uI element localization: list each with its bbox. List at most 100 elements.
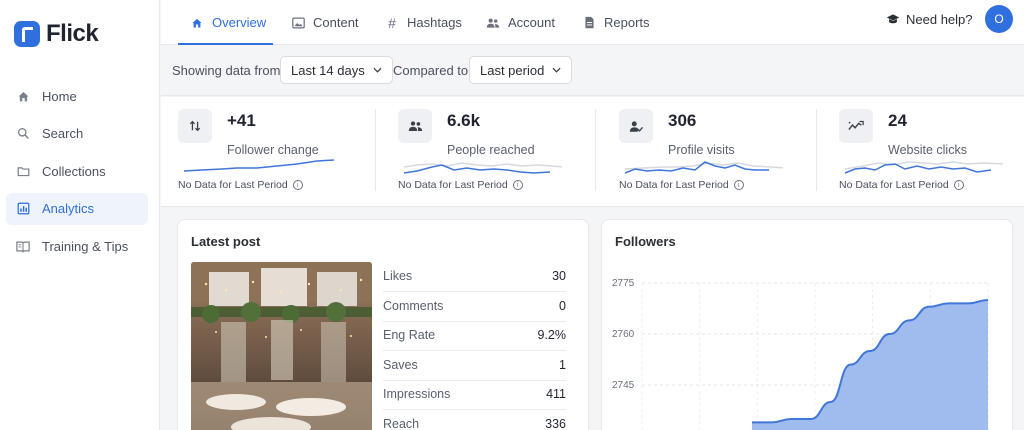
metric-label: Comments [383, 299, 444, 314]
info-icon[interactable]: i [733, 180, 744, 190]
sidebar-item-label: Training & Tips [42, 238, 129, 254]
tab-account[interactable]: Account [486, 0, 555, 45]
follower-sparkline [183, 159, 335, 172]
metric-row-likes: Likes 30 [383, 262, 566, 292]
visits-sparkline [624, 161, 783, 174]
sidebar-item-label: Home [42, 88, 77, 104]
stat-people-reached[interactable]: 6.6k People reached No Data for Last Per… [398, 109, 598, 199]
home-icon [190, 16, 204, 30]
stat-website-clicks[interactable]: 24 Website clicks No Data for Last Perio… [839, 109, 1024, 199]
info-icon[interactable]: i [292, 180, 303, 190]
app-name: Flick [46, 20, 99, 47]
tab-label: Content [313, 15, 359, 30]
stat-follower-change[interactable]: +41 Follower change No Data for Last Per… [178, 109, 378, 199]
metric-row-saves: Saves 1 [383, 351, 566, 381]
help-link[interactable]: Need help? [886, 0, 973, 38]
metric-row-comments: Comments 0 [383, 292, 566, 322]
users-icon [486, 16, 500, 30]
y-tick-label: 2760 [612, 329, 635, 340]
image-icon [291, 16, 305, 30]
metric-label: Saves [383, 358, 418, 373]
stat-profile-visits[interactable]: 306 Profile visits No Data for Last Peri… [619, 109, 819, 199]
metric-label: Likes [383, 269, 413, 284]
compare-dropdown[interactable]: Last period [469, 56, 573, 84]
date-range-value: Last 14 days [291, 62, 365, 78]
stat-note-text: No Data for Last Period [619, 179, 729, 191]
stat-note: No Data for Last Period i [178, 179, 303, 191]
top-nav: Overview Content # Hashtags Account Repo… [161, 0, 1024, 45]
stat-note-text: No Data for Last Period [398, 179, 508, 191]
followers-chart: 2775 2760 2745 [612, 278, 989, 430]
stats-strip: +41 Follower change No Data for Last Per… [161, 97, 1024, 207]
y-tick-label: 2745 [612, 380, 635, 391]
sidebar-item-label: Analytics [42, 201, 95, 216]
tab-label: Hashtags [407, 15, 462, 30]
sidebar-item-home[interactable]: Home [6, 80, 148, 112]
stat-note: No Data for Last Period i [839, 179, 964, 191]
sidebar-item-label: Collections [42, 163, 106, 179]
flick-logo-icon [14, 21, 40, 47]
sidebar-item-label: Search [42, 126, 84, 141]
stat-divider [375, 109, 376, 191]
person-check-icon [619, 109, 653, 143]
metric-value: 30 [552, 269, 566, 284]
sidebar-item-analytics[interactable]: Analytics [6, 192, 148, 225]
stat-note: No Data for Last Period i [398, 179, 523, 191]
metric-value: 9.2% [537, 328, 567, 343]
stat-note-text: No Data for Last Period [839, 179, 949, 191]
metric-value: 336 [545, 417, 566, 430]
metric-row-impressions: Impressions 411 [383, 380, 566, 410]
compare-label: Compared to [393, 63, 469, 78]
stat-divider [816, 109, 817, 191]
reach-sparkline [403, 162, 562, 174]
app-logo[interactable]: Flick [14, 20, 99, 48]
avatar[interactable]: O [985, 5, 1013, 33]
sidebar-item-training[interactable]: Training & Tips [6, 230, 148, 262]
metric-row-reach: Reach 336 [383, 410, 566, 430]
stat-value: 306 [668, 111, 697, 130]
venue-photo-image [191, 262, 372, 430]
tab-reports[interactable]: Reports [582, 0, 650, 45]
tab-content[interactable]: Content [291, 0, 359, 45]
date-range-dropdown[interactable]: Last 14 days [280, 56, 393, 84]
stat-note: No Data for Last Period i [619, 179, 744, 191]
metric-row-eng-rate: Eng Rate 9.2% [383, 321, 566, 351]
stat-value: +41 [227, 111, 256, 130]
chevron-down-icon [552, 65, 561, 75]
latest-post-card: Latest post Likes 30 Comments 0 Eng Rate… [177, 219, 589, 430]
sidebar-item-search[interactable]: Search [6, 118, 148, 150]
tab-label: Overview [212, 15, 267, 30]
arrows-updown-icon [178, 109, 212, 143]
compare-value: Last period [480, 62, 545, 78]
sidebar-nav: Home Search Collections Analytics Traini… [6, 80, 148, 268]
sidebar-item-collections[interactable]: Collections [6, 155, 148, 187]
followers-card: Followers 2775 2760 2745 [601, 219, 1013, 430]
post-thumbnail[interactable] [191, 262, 372, 430]
tab-overview[interactable]: Overview [178, 0, 273, 45]
people-icon [398, 109, 432, 143]
hashtag-icon: # [388, 14, 396, 31]
y-tick-label: 2775 [612, 278, 635, 289]
tab-hashtags[interactable]: # Hashtags [385, 0, 462, 45]
book-icon [16, 239, 30, 253]
chevron-down-icon [373, 65, 382, 75]
stat-note-text: No Data for Last Period [178, 179, 288, 191]
home-icon [16, 89, 30, 103]
stat-value: 6.6k [447, 111, 481, 130]
metric-label: Reach [383, 417, 420, 430]
graduation-cap-icon [886, 13, 900, 25]
card-title: Latest post [191, 234, 261, 249]
stat-divider [595, 109, 596, 191]
info-icon[interactable]: i [512, 180, 523, 190]
search-icon [16, 127, 30, 141]
metric-label: Impressions [383, 387, 451, 402]
help-label: Need help? [906, 11, 973, 27]
date-range-label: Showing data from [172, 63, 281, 78]
folder-icon [16, 164, 30, 178]
info-icon[interactable]: i [953, 180, 964, 190]
tab-label: Reports [604, 15, 650, 30]
filter-bar: Showing data from Last 14 days Compared … [161, 46, 1024, 96]
tab-label: Account [508, 15, 555, 30]
metric-value: 0 [559, 299, 566, 314]
document-icon [582, 16, 596, 30]
